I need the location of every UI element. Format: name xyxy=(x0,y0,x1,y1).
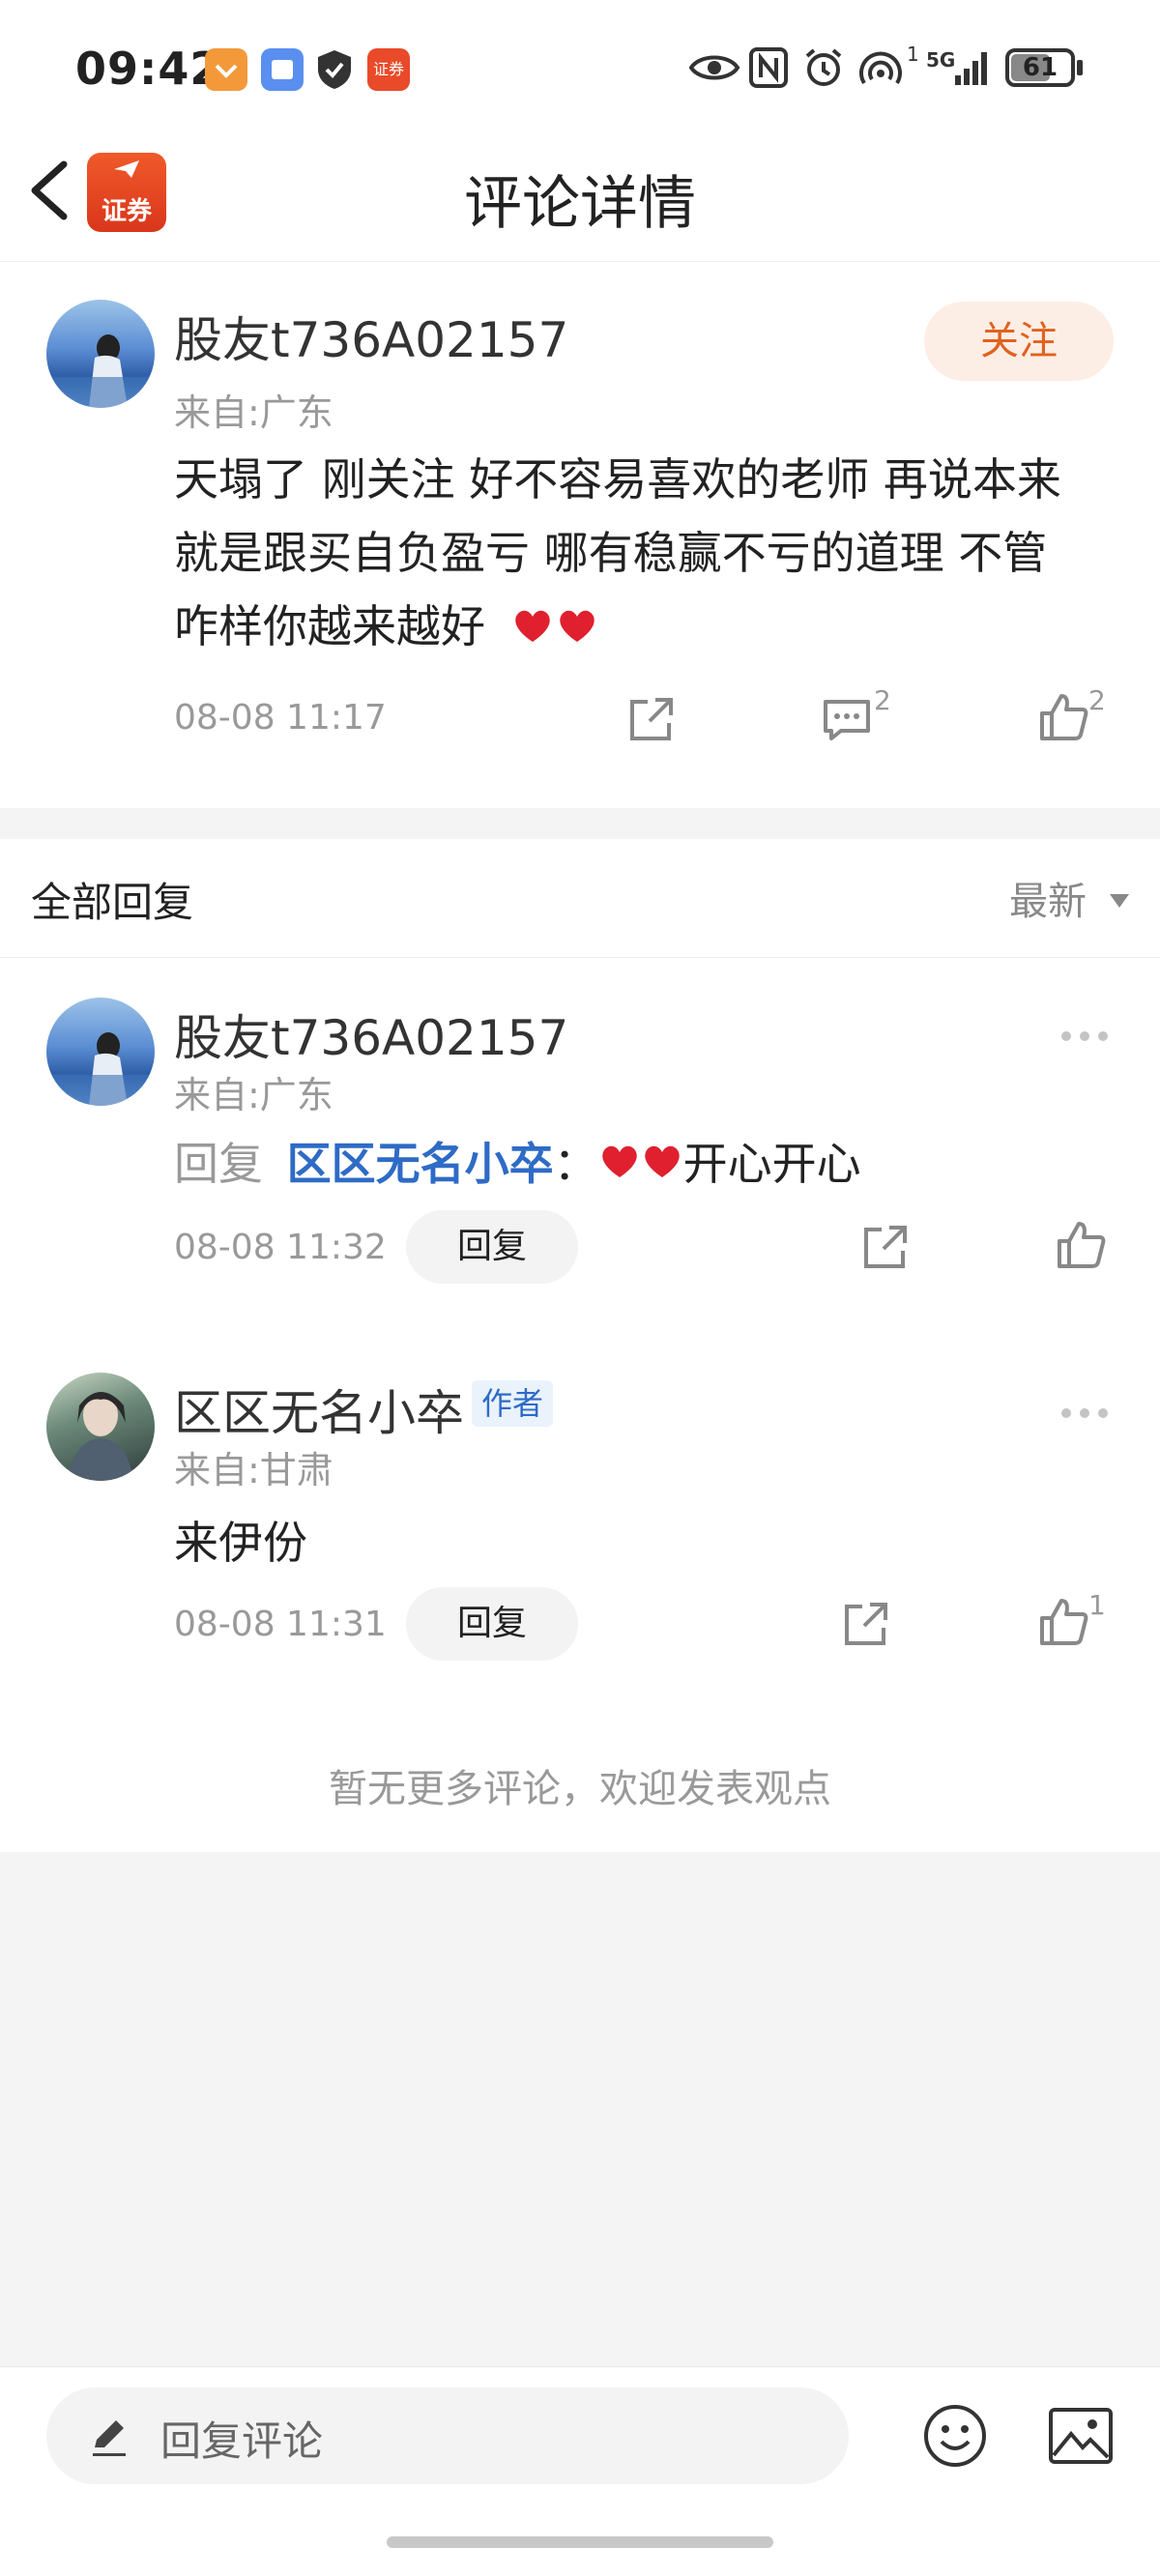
reply-location: 来自:甘肃 xyxy=(174,1449,334,1491)
replies-title: 全部回复 xyxy=(31,879,194,926)
comment-icon xyxy=(824,700,870,740)
heart-icon xyxy=(601,1145,637,1177)
smiley-icon xyxy=(924,2405,986,2467)
shield-icon xyxy=(315,48,354,95)
reply-button[interactable]: 回复 xyxy=(406,1210,578,1284)
signal-icon xyxy=(951,46,994,93)
reply-message: 开心开心 xyxy=(682,1138,861,1190)
comment-username[interactable]: 股友t736A02157 xyxy=(174,302,568,371)
reply-time: 08-08 11:32 xyxy=(174,1228,387,1267)
reply-text: 回复 区区无名小卒： 开心开心 xyxy=(174,1129,861,1193)
home-indicator[interactable] xyxy=(387,2536,773,2548)
like-count: 2 xyxy=(1088,684,1106,716)
share-icon xyxy=(864,1226,907,1268)
comment-location: 来自:广东 xyxy=(174,391,334,434)
follow-button[interactable]: 关注 xyxy=(924,302,1114,381)
reply-input-placeholder: 回复评论 xyxy=(160,2417,324,2465)
like-button[interactable] xyxy=(1056,1220,1106,1274)
more-icon xyxy=(1061,1408,1108,1418)
comment-count: 2 xyxy=(874,684,891,716)
battery-level: 61 xyxy=(1022,53,1058,82)
heart-icon xyxy=(644,1145,680,1177)
status-bar: 09:42 证券 1 5G 61 xyxy=(0,0,1160,145)
reply-message: 来伊份 xyxy=(174,1517,307,1569)
share-icon xyxy=(845,1603,887,1645)
eye-icon xyxy=(688,46,740,93)
image-icon xyxy=(1049,2408,1113,2464)
reply-username[interactable]: 区区无名小卒 xyxy=(174,1375,464,1444)
heart-icon xyxy=(559,610,594,642)
reply-time: 08-08 11:31 xyxy=(174,1605,387,1644)
app-notification-icon xyxy=(205,48,247,91)
more-icon xyxy=(1061,1031,1108,1041)
heart-icon xyxy=(514,610,550,642)
share-icon xyxy=(630,698,673,740)
comment-text-line: 咋样你越来越好 xyxy=(174,600,485,652)
page-title: 评论详情 xyxy=(464,170,696,238)
emoji-button[interactable] xyxy=(922,2403,988,2473)
messages-notification-icon xyxy=(261,48,304,91)
battery-tip xyxy=(1077,60,1083,75)
reply-input[interactable]: 回复评论 xyxy=(46,2388,849,2484)
like-count: 1 xyxy=(1088,1589,1106,1621)
avatar[interactable] xyxy=(46,300,155,408)
caret-down-icon xyxy=(1109,894,1129,908)
comment-time: 08-08 11:17 xyxy=(174,698,387,738)
replies-section xyxy=(0,839,1160,1852)
thumbs-up-icon xyxy=(1040,1599,1088,1645)
more-options-button[interactable] xyxy=(1059,1005,1110,1053)
comment-button[interactable] xyxy=(822,694,872,748)
alarm-icon xyxy=(802,46,845,93)
hotspot-icon xyxy=(856,46,905,93)
reply-location: 来自:广东 xyxy=(174,1074,334,1116)
signal-sup: 1 xyxy=(907,43,919,66)
comment-text-line-last: 咋样你越来越好 xyxy=(174,590,1121,663)
comment-text: 天塌了 刚关注 好不容易喜欢的老师 再说本来 就是跟买自负盈亏 哪有稳赢不亏的道… xyxy=(174,443,1121,663)
nfc-icon xyxy=(748,46,789,93)
battery-icon: 61 xyxy=(1005,48,1075,87)
end-note: 暂无更多评论，欢迎发表观点 xyxy=(329,1767,831,1811)
image-button[interactable] xyxy=(1048,2407,1114,2469)
avatar[interactable] xyxy=(46,998,155,1106)
like-button[interactable] xyxy=(1038,1597,1088,1651)
pencil-icon xyxy=(93,2420,126,2456)
like-button[interactable] xyxy=(1038,692,1088,746)
reply-separator: ： xyxy=(553,1138,598,1190)
share-button[interactable] xyxy=(841,1599,891,1653)
author-badge: 作者 xyxy=(472,1380,554,1427)
avatar[interactable] xyxy=(46,1373,155,1481)
thumbs-up-icon xyxy=(1058,1222,1106,1268)
share-button[interactable] xyxy=(860,1222,911,1276)
comment-text-line: 天塌了 刚关注 好不容易喜欢的老师 再说本来 xyxy=(174,453,1061,506)
status-time: 09:42 xyxy=(75,43,222,95)
comment-text-line: 就是跟买自负盈亏 哪有稳赢不亏的道理 不管 xyxy=(174,527,1048,579)
reply-username[interactable]: 股友t736A02157 xyxy=(174,999,568,1069)
sort-label: 最新 xyxy=(1009,880,1087,924)
securities-app-notification-icon: 证券 xyxy=(367,48,410,91)
sort-dropdown[interactable]: 最新 xyxy=(1009,870,1132,926)
reply-mention-link[interactable]: 区区无名小卒 xyxy=(287,1138,554,1190)
more-options-button[interactable] xyxy=(1059,1382,1110,1430)
reply-button[interactable]: 回复 xyxy=(406,1587,578,1661)
reply-prefix: 回复 xyxy=(174,1138,263,1190)
share-button[interactable] xyxy=(626,694,677,748)
thumbs-up-icon xyxy=(1040,694,1088,740)
divider xyxy=(0,957,1160,958)
